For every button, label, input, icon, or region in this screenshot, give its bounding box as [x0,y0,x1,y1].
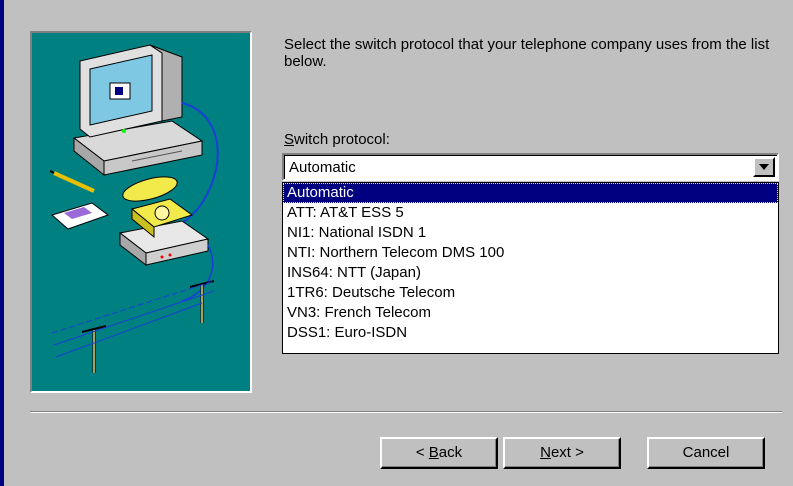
next-accelerator: N [540,444,551,461]
dropdown-arrow-icon [759,164,769,170]
label-text: witch protocol: [294,131,390,148]
list-item-ni1[interactable]: NI1: National ISDN 1 [283,223,778,243]
list-item-ins64[interactable]: INS64: NTT (Japan) [283,263,778,283]
next-label: ext > [550,444,584,461]
wizard-illustration [30,31,252,393]
computer-illustration [49,44,219,373]
combobox-value: Automatic [289,159,356,176]
list-item-1tr6[interactable]: 1TR6: Deutsche Telecom [283,283,778,303]
instruction-text: Select the switch protocol that your tel… [284,36,770,70]
list-item-automatic[interactable]: Automatic [283,183,778,203]
switch-protocol-label: Switch protocol: [284,131,390,148]
switch-protocol-combobox[interactable]: Automatic [282,153,779,181]
dropdown-button[interactable] [753,157,775,177]
window-left-edge [0,0,4,486]
cancel-button[interactable]: Cancel [647,437,765,469]
back-button[interactable]: < Back [380,437,498,469]
back-label: ack [438,444,463,461]
protocol-dropdown-list[interactable]: Automatic ATT: AT&T ESS 5 NI1: National … [282,182,779,354]
label-accelerator: S [284,131,295,148]
separator-highlight [30,412,782,413]
list-item-dss1[interactable]: DSS1: Euro-ISDN [283,323,778,343]
list-item-nti[interactable]: NTI: Northern Telecom DMS 100 [283,243,778,263]
back-prefix: < [415,444,429,461]
next-button[interactable]: Next > [503,437,621,469]
back-accelerator: B [428,444,439,461]
list-item-att[interactable]: ATT: AT&T ESS 5 [283,203,778,223]
list-item-vn3[interactable]: VN3: French Telecom [283,303,778,323]
